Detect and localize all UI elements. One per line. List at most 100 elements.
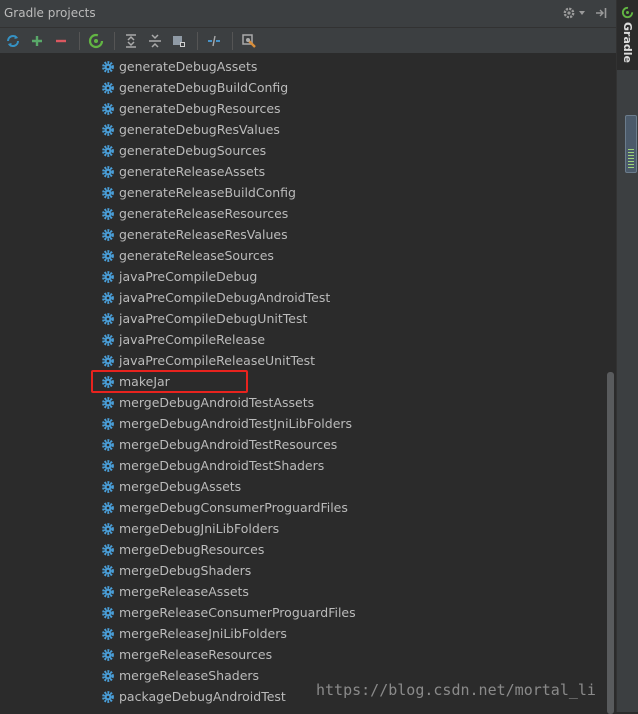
task-item[interactable]: makeJar [101,371,170,392]
gear-icon [102,648,114,661]
task-item[interactable]: mergeDebugAssets [101,476,241,497]
task-item[interactable]: generateReleaseAssets [101,161,265,182]
gear-icon [102,417,114,430]
gradle-run-icon [88,33,104,48]
task-label: generateReleaseAssets [119,164,266,179]
task-item[interactable]: mergeDebugConsumerProguardFiles [101,497,348,518]
hide-panel-icon[interactable] [592,4,610,22]
task-label: generateDebugBuildConfig [119,80,289,95]
offline-icon [173,35,185,47]
execute-gradle-task-button[interactable] [85,30,107,52]
task-label: mergeReleaseJniLibFolders [119,626,287,641]
task-item[interactable]: generateDebugResources [101,98,281,119]
task-item[interactable]: mergeReleaseJniLibFolders [101,623,287,644]
task-item[interactable]: mergeDebugAndroidTestShaders [101,455,324,476]
memory-indicator-icon[interactable] [625,115,637,173]
gear-icon [102,585,114,598]
gradle-tool-window-tab[interactable]: Gradle [617,0,638,70]
task-item[interactable]: generateDebugResValues [101,119,280,140]
gradle-task-tree: generateDebugAssets generateDebugBuildCon… [0,55,604,712]
expand-all-button[interactable] [120,30,142,52]
gear-icon [102,606,114,619]
task-label: mergeDebugAndroidTestJniLibFolders [119,416,353,431]
gear-icon [102,501,114,514]
task-item[interactable]: generateReleaseBuildConfig [101,182,296,203]
gradle-toolbar [0,28,616,54]
scrollbar-thumb[interactable] [607,372,614,714]
task-label: makeJar [119,374,170,389]
task-label: mergeDebugAndroidTestResources [119,437,338,452]
task-item[interactable]: mergeDebugAndroidTestResources [101,434,337,455]
task-item[interactable]: mergeReleaseShaders [101,665,259,686]
task-label: mergeReleaseShaders [119,668,260,683]
gear-icon [102,522,114,535]
gear-icon [102,228,114,241]
task-item[interactable]: javaPreCompileDebug [101,266,257,287]
gear-icon [102,690,114,703]
toolbar-separator [79,31,80,50]
task-item[interactable]: mergeDebugShaders [101,560,251,581]
gear-icon [102,459,114,472]
task-label: mergeDebugAndroidTestShaders [119,458,325,473]
task-item[interactable]: mergeReleaseConsumerProguardFiles [101,602,356,623]
gradle-settings-button[interactable] [238,30,260,52]
gear-icon [102,60,114,73]
refresh-all-projects-button[interactable] [2,30,24,52]
task-item[interactable]: javaPreCompileReleaseUnitTest [101,350,315,371]
task-label: mergeDebugConsumerProguardFiles [119,500,348,515]
toggle-skip-tests-button[interactable] [203,30,225,52]
gear-icon [102,291,114,304]
gear-icon [102,102,114,115]
task-label: generateReleaseSources [119,248,274,263]
task-label: javaPreCompileDebug [119,269,258,284]
unlink-gradle-project-button[interactable] [50,30,72,52]
gear-icon[interactable] [560,4,578,22]
task-item[interactable]: generateReleaseSources [101,245,274,266]
link-gradle-project-button[interactable] [26,30,48,52]
gear-icon [102,375,114,388]
task-label: mergeDebugAndroidTestAssets [119,395,315,410]
task-label: generateDebugResValues [119,122,280,137]
task-item[interactable]: javaPreCompileDebugAndroidTest [101,287,330,308]
gear-icon [102,543,114,556]
task-item[interactable]: javaPreCompileDebugUnitTest [101,308,307,329]
vertical-scrollbar[interactable] [604,55,616,714]
task-label: javaPreCompileDebugAndroidTest [119,290,331,305]
task-label: generateReleaseBuildConfig [119,185,296,200]
watermark: https://blog.csdn.net/mortal_li [316,681,596,699]
wrench-icon [242,33,256,48]
task-item[interactable]: generateDebugSources [101,140,266,161]
header-actions [560,4,610,22]
gear-icon [102,333,114,346]
gear-icon [102,186,114,199]
task-item[interactable]: mergeDebugAndroidTestJniLibFolders [101,413,352,434]
gear-icon [102,249,114,262]
task-item[interactable]: mergeReleaseResources [101,644,272,665]
task-label: packageDebugAndroidTest [119,689,286,704]
task-item[interactable]: packageDebugAndroidTest [101,686,286,707]
task-item[interactable]: generateReleaseResources [101,203,288,224]
gear-icon [102,165,114,178]
task-item[interactable]: generateReleaseResValues [101,224,288,245]
task-item[interactable]: generateDebugBuildConfig [101,77,288,98]
gradle-icon [621,6,634,19]
task-item[interactable]: javaPreCompileRelease [101,329,265,350]
task-item[interactable]: generateDebugAssets [101,56,257,77]
task-item[interactable]: mergeDebugResources [101,539,264,560]
gear-icon [102,354,114,367]
task-label: generateDebugSources [119,143,267,158]
task-label: generateReleaseResValues [119,227,288,242]
task-label: mergeDebugJniLibFolders [119,521,280,536]
offline-mode-button[interactable] [168,30,190,52]
task-item[interactable]: mergeDebugJniLibFolders [101,518,279,539]
task-label: mergeReleaseConsumerProguardFiles [119,605,356,620]
task-label: generateReleaseResources [119,206,289,221]
gear-icon [102,144,114,157]
dropdown-arrow-icon[interactable] [578,4,586,22]
gear-icon [102,438,114,451]
collapse-all-button[interactable] [144,30,166,52]
task-item[interactable]: mergeReleaseAssets [101,581,249,602]
task-item[interactable]: mergeDebugAndroidTestAssets [101,392,314,413]
task-label: generateDebugResources [119,101,281,116]
gradle-tab-label: Gradle [621,22,634,63]
